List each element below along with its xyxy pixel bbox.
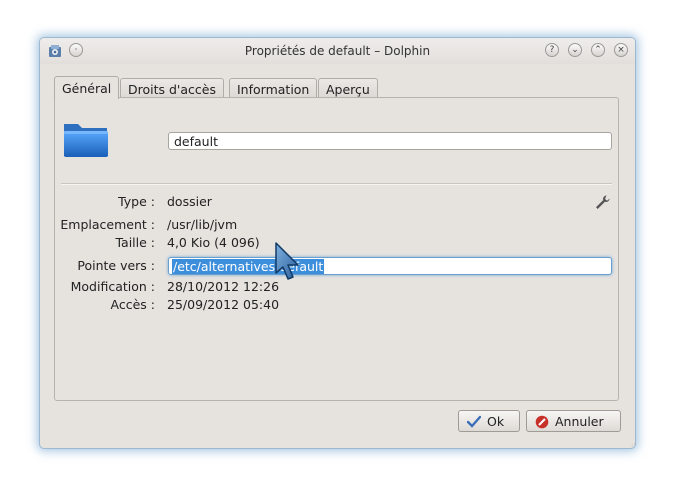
type-value: dossier — [167, 194, 212, 209]
tab-information[interactable]: Information — [229, 78, 318, 98]
tab-preview[interactable]: Aperçu — [318, 78, 378, 98]
type-label: Type : — [118, 194, 155, 209]
close-icon[interactable]: × — [614, 43, 628, 57]
modified-value: 28/10/2012 12:26 — [167, 279, 280, 294]
cancel-icon — [535, 415, 549, 429]
folder-icon — [64, 124, 108, 157]
wrench-icon[interactable] — [594, 194, 610, 210]
maximize-icon[interactable]: ⌃ — [591, 43, 605, 57]
location-value: /usr/lib/jvm — [167, 217, 238, 232]
tab-general[interactable]: Général — [54, 76, 120, 99]
accessed-value: 25/09/2012 05:40 — [167, 297, 280, 312]
ok-button[interactable]: Ok — [458, 410, 520, 432]
separator — [61, 183, 612, 185]
help-icon[interactable]: ? — [545, 43, 559, 57]
minimize-icon[interactable]: ⌄ — [568, 43, 582, 57]
location-label: Emplacement : — [60, 217, 155, 232]
accessed-label: Accès : — [110, 297, 155, 312]
cancel-button[interactable]: Annuler — [526, 410, 621, 432]
properties-dialog: · Propriétés de default – Dolphin ? ⌄ ⌃ … — [40, 38, 635, 448]
ok-label: Ok — [487, 414, 505, 429]
cancel-label: Annuler — [555, 414, 604, 429]
general-panel: default Type : dossier Emplacement : /us… — [54, 97, 619, 401]
resize-grip[interactable]: ⋰ — [631, 440, 635, 448]
link-target-label: Pointe vers : — [77, 258, 155, 273]
link-target-field[interactable]: /etc/alternatives/default — [168, 257, 612, 275]
mouse-pointer-icon — [275, 242, 299, 280]
modified-label: Modification : — [70, 279, 155, 294]
tab-permissions[interactable]: Droits d'accès — [120, 78, 224, 98]
name-field[interactable]: default — [168, 132, 612, 150]
size-value: 4,0 Kio (4 096) — [167, 235, 260, 250]
checkmark-icon — [466, 415, 482, 428]
size-label: Taille : — [115, 235, 155, 250]
titlebar[interactable]: · Propriétés de default – Dolphin ? ⌄ ⌃ … — [40, 38, 635, 64]
